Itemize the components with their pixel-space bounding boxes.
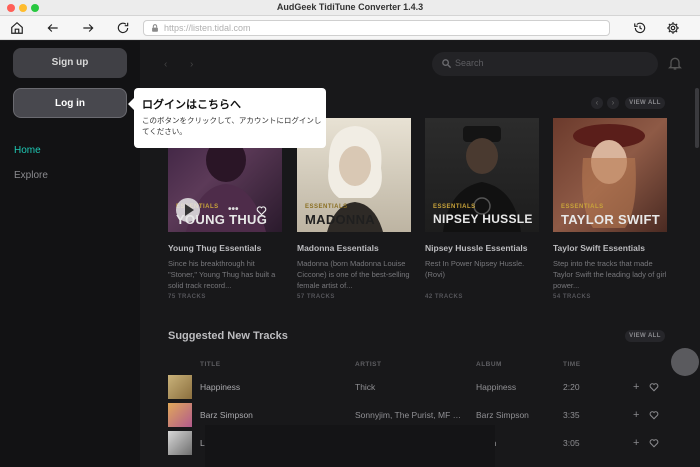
track-count: 57 TRACKS [297,294,335,300]
essentials-label: ESSENTIALS [561,204,604,210]
track-time: 3:35 [563,410,580,420]
heart-icon[interactable] [649,410,659,420]
nav-forward-icon[interactable]: › [190,59,193,70]
track-thumbnail [168,403,192,427]
artist-label: TAYLOR SWIFT [561,212,660,227]
nav-back-icon[interactable]: ‹ [164,59,167,70]
gear-icon[interactable] [664,19,682,37]
url-bar[interactable]: https://listen.tidal.com [143,20,610,36]
playlist-title[interactable]: Madonna Essentials [297,243,411,253]
column-title: TITLE [200,361,221,368]
essentials-label: ESSENTIALS [433,204,476,210]
track-thumbnail [168,431,192,455]
tooltip-title: ログインはこちらへ [142,99,241,111]
sidebar-item-explore[interactable]: Explore [14,170,48,181]
column-artist: ARTIST [355,361,382,368]
artist-label: NIPSEY HUSSLE [433,212,533,226]
add-icon[interactable]: + [633,437,639,449]
lock-icon [152,24,158,32]
search-icon [442,59,452,69]
add-icon[interactable]: + [633,409,639,421]
track-time: 2:20 [563,382,580,392]
back-arrow-icon[interactable] [44,19,62,37]
bell-icon[interactable] [667,55,683,71]
track-count: 54 TRACKS [553,294,591,300]
search-input[interactable]: Search [432,52,658,76]
title-bar: AudGeek TidiTune Converter 1.4.3 [0,0,700,16]
track-artist[interactable]: Thick [355,382,465,392]
track-album[interactable]: Barz Simpson [476,410,529,420]
playlist-description: Rest In Power Nipsey Hussle. (Rovi) [425,259,525,279]
track-artist[interactable]: Sonnyjim, The Purist, MF DOOM [355,410,465,420]
playlist-description: Since his breakthrough hit "Stoner," You… [168,259,276,290]
track-time: 3:05 [563,438,580,448]
playlist-cover[interactable]: ESSENTIALS TAYLOR SWIFT [553,118,667,232]
playlist-title[interactable]: Taylor Swift Essentials [553,243,667,253]
track-title[interactable]: Barz Simpson [200,410,253,420]
essentials-label: ESSENTIALS [305,204,348,210]
add-icon[interactable]: + [633,381,639,393]
more-options-icon[interactable]: ••• [228,204,239,215]
playlist-card[interactable]: ESSENTIALS TAYLOR SWIFT Taylor Swift Ess… [553,118,667,300]
view-all-button[interactable]: VIEW ALL [625,97,665,109]
sidebar-item-home[interactable]: Home [14,145,41,156]
login-button[interactable]: Log in [13,88,127,118]
sidebar: Sign up Log in Home Explore [0,41,140,467]
track-thumbnail [168,375,192,399]
playlist-description: Step into the tracks that made Taylor Sw… [553,259,667,290]
tooltip-body: このボタンをクリックして、アカウントにログインしてください。 [142,116,322,136]
search-placeholder: Search [455,58,484,68]
artist-label: MADONNA [305,212,375,227]
heart-icon[interactable] [256,205,267,216]
home-icon[interactable] [8,19,26,37]
playlist-cover[interactable]: ESSENTIALS NIPSEY HUSSLE [425,118,539,232]
floating-download-button[interactable] [671,348,699,376]
url-text: https://listen.tidal.com [164,23,251,33]
section-title: Suggested New Tracks [168,330,288,342]
track-album[interactable]: Happiness [476,382,516,392]
playlist-title[interactable]: Young Thug Essentials [168,243,282,253]
carousel-next-button[interactable]: › [607,97,619,109]
track-count: 42 TRACKS [425,294,463,300]
track-row[interactable]: Happiness Thick Happiness 2:20 + [168,375,663,399]
browser-toolbar: https://listen.tidal.com [0,16,700,40]
player-overlay [205,425,495,467]
playlist-title[interactable]: Nipsey Hussle Essentials [425,243,539,253]
view-all-tracks-button[interactable]: VIEW ALL [625,330,665,342]
signup-button[interactable]: Sign up [13,48,127,78]
column-album: ALBUM [476,361,502,368]
scrollbar[interactable] [695,88,699,148]
track-count: 75 TRACKS [168,294,206,300]
heart-icon[interactable] [649,382,659,392]
forward-arrow-icon[interactable] [79,19,97,37]
reload-icon[interactable] [114,19,132,37]
playlist-description: Madonna (born Madonna Louise Ciccone) is… [297,259,410,290]
column-time: TIME [563,361,581,368]
window-title: AudGeek TidiTune Converter 1.4.3 [276,2,424,12]
app-content: Sign up Log in Home Explore ‹ › Search ‹… [0,41,700,467]
play-button[interactable] [176,198,200,222]
carousel-prev-button[interactable]: ‹ [591,97,603,109]
login-tooltip: ログインはこちらへ このボタンをクリックして、アカウントにログインしてください。 [128,88,326,148]
history-icon[interactable] [631,19,649,37]
track-title[interactable]: Happiness [200,382,240,392]
track-row[interactable]: Barz Simpson Sonnyjim, The Purist, MF DO… [168,403,663,427]
playlist-card[interactable]: ESSENTIALS NIPSEY HUSSLE Nipsey Hussle E… [425,118,539,300]
heart-icon[interactable] [649,438,659,448]
